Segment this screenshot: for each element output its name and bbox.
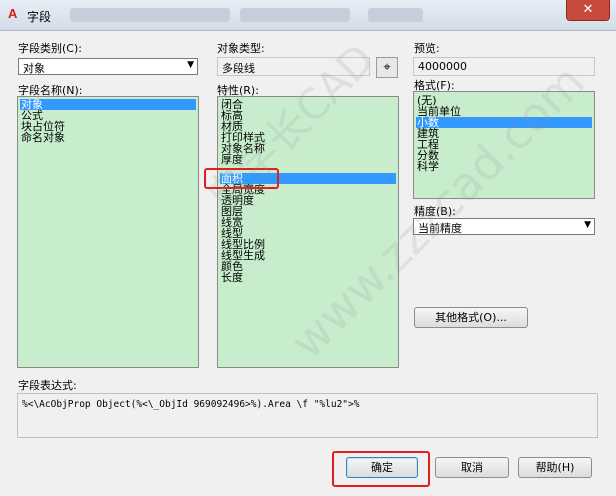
blurred-title-segment [70,8,230,22]
other-format-button[interactable]: 其他格式(O)... [414,307,528,328]
object-type-label: 对象类型: [217,42,265,55]
field-dialog: 字段类别(C): 对象 ▼ 字段名称(N): 对象 公式 块占位符 命名对象 对… [0,31,616,496]
field-category-label: 字段类别(C): [18,42,82,55]
property-item[interactable]: 线宽 [220,217,396,228]
field-name-item-object[interactable]: 对象 [20,99,196,110]
object-type-value: 多段线 [222,62,255,75]
title-bar: A 字段 ✕ [0,0,616,31]
field-category-value: 对象 [23,62,45,75]
ok-highlight-box [332,451,430,487]
field-expression-label: 字段表达式: [18,379,77,392]
field-expression-value: %<\AcObjProp Object(%<\_ObjId 969092496>… [22,399,360,410]
preview-label: 预览: [414,42,440,55]
field-name-item-named-object[interactable]: 命名对象 [20,132,196,143]
chevron-down-icon: ▼ [584,220,591,230]
help-button[interactable]: 帮助(H) [518,457,592,478]
field-category-select[interactable]: 对象 ▼ [18,58,198,75]
close-button[interactable]: ✕ [566,0,610,21]
blurred-title-segment [240,8,350,22]
field-expression-box[interactable]: %<\AcObjProp Object(%<\_ObjId 969092496>… [17,393,598,438]
preview-value: 4000000 [418,60,467,73]
cancel-button[interactable]: 取消 [435,457,509,478]
close-icon: ✕ [582,2,594,17]
chevron-down-icon: ▼ [187,60,194,70]
window-title: 字段 [27,10,52,24]
blurred-title-segment [368,8,423,22]
autocad-app-icon: A [8,6,18,21]
field-names-list[interactable]: 对象 公式 块占位符 命名对象 [17,96,199,368]
